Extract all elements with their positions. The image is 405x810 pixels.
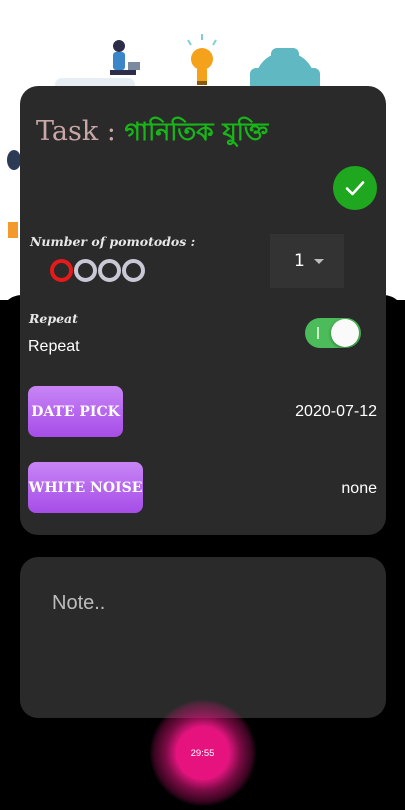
- repeat-label: Repeat: [28, 338, 80, 355]
- pomodoro-dot: [98, 259, 121, 282]
- pomodoro-dot: [122, 259, 145, 282]
- pomodoro-indicator: [50, 259, 145, 282]
- dropdown-caret-icon: [313, 258, 324, 264]
- timer-button[interactable]: 29:55: [176, 727, 229, 780]
- task-prefix: Task :: [36, 116, 125, 147]
- note-card: [20, 557, 386, 718]
- pomodoro-dot-active: [50, 259, 73, 282]
- repeat-toggle[interactable]: [305, 318, 361, 348]
- pomodoro-count-dropdown[interactable]: 1: [270, 234, 344, 288]
- repeat-heading: Repeat: [29, 311, 78, 326]
- date-pick-button[interactable]: DATE PICK: [28, 386, 123, 437]
- confirm-button[interactable]: [333, 166, 377, 210]
- task-card: Task : গানিতিক যুক্তি Number of pomotodo…: [20, 86, 386, 535]
- white-noise-value: none: [341, 480, 377, 497]
- pomodoro-dot: [74, 259, 97, 282]
- pomodoro-count-label: Number of pomotodos :: [30, 234, 196, 249]
- date-value: 2020-07-12: [295, 403, 377, 420]
- timer-value: 29:55: [190, 748, 215, 759]
- pomodoro-count-value: 1: [294, 251, 305, 271]
- task-title: Task : গানিতিক যুক্তি: [36, 112, 268, 155]
- white-noise-button[interactable]: WHITE NOISE: [28, 462, 143, 513]
- toggle-on-mark: [317, 327, 319, 339]
- task-name: গানিতিক যুক্তি: [124, 117, 269, 146]
- check-icon: [345, 181, 365, 196]
- toggle-knob: [331, 319, 359, 347]
- note-input[interactable]: [52, 592, 352, 615]
